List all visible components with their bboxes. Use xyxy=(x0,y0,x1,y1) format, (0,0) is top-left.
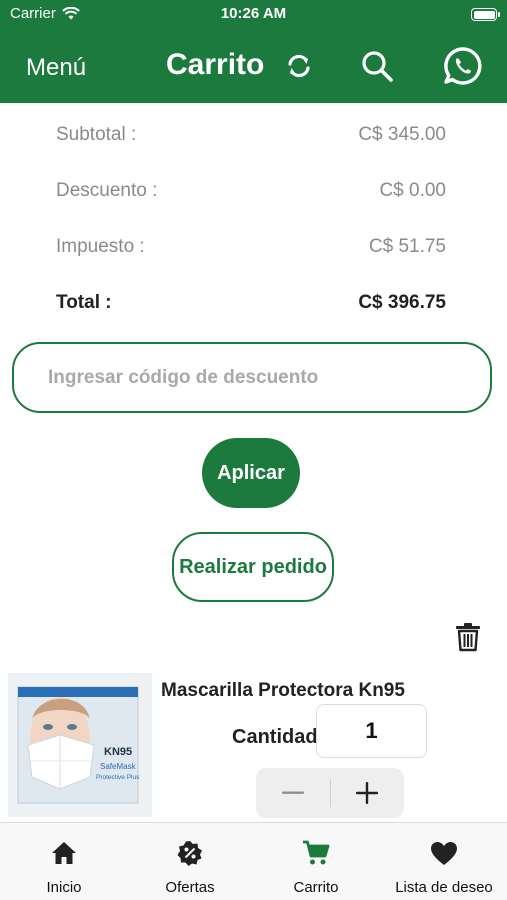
quantity-field[interactable]: 1 xyxy=(316,704,427,758)
discount-label: Descuento : xyxy=(56,180,158,201)
plus-icon xyxy=(356,782,379,804)
tab-carrito-label: Carrito xyxy=(293,879,339,896)
search-icon xyxy=(362,51,393,82)
discount-code-input[interactable] xyxy=(12,342,492,413)
menu-button[interactable]: Menú xyxy=(26,54,86,82)
page-title: Carrito xyxy=(166,48,265,81)
package-text-kn95: KN95 xyxy=(104,746,132,758)
discount-value: C$ 0.00 xyxy=(379,180,446,201)
increment-button[interactable] xyxy=(331,768,405,818)
delete-item-button[interactable] xyxy=(454,622,482,652)
whatsapp-button[interactable] xyxy=(443,46,483,86)
home-icon xyxy=(52,842,76,864)
status-time: 10:26 AM xyxy=(220,5,287,22)
subtotal-label: Subtotal : xyxy=(56,124,137,145)
summary-tax: Impuesto : C$ 51.75 xyxy=(56,236,446,260)
search-button[interactable] xyxy=(359,48,395,84)
minus-icon xyxy=(281,791,304,794)
apply-button[interactable]: Aplicar xyxy=(202,438,300,508)
quantity-label: Cantidad xyxy=(232,726,318,748)
package-text-sub: Protective Plus xyxy=(96,774,140,781)
battery-icon xyxy=(471,8,500,21)
tab-inicio[interactable]: Inicio xyxy=(24,823,104,900)
refresh-icon xyxy=(288,54,310,78)
tab-lista-de-deseo-label: Lista de deseo xyxy=(395,879,493,896)
tab-ofertas[interactable]: Ofertas xyxy=(150,823,230,900)
tax-value: C$ 51.75 xyxy=(368,236,446,257)
whatsapp-icon xyxy=(444,47,482,85)
heart-icon xyxy=(431,841,457,865)
product-image: KN95 SafeMask Protective Plus xyxy=(8,673,152,817)
total-value: C$ 396.75 xyxy=(358,292,446,313)
summary-subtotal: Subtotal : C$ 345.00 xyxy=(56,124,446,148)
total-label: Total : xyxy=(56,292,112,313)
tab-inicio-label: Inicio xyxy=(46,879,82,896)
cart-icon xyxy=(303,840,330,865)
refresh-button[interactable] xyxy=(281,48,317,84)
decrement-button[interactable] xyxy=(256,768,330,818)
tab-carrito[interactable]: Carrito xyxy=(276,823,356,900)
tax-label: Impuesto : xyxy=(56,236,145,257)
nav-bar: Menú Carrito xyxy=(0,28,507,103)
discount-badge-icon xyxy=(177,841,202,866)
subtotal-value: C$ 345.00 xyxy=(358,124,446,145)
summary-total: Total : C$ 396.75 xyxy=(56,292,446,316)
summary-discount: Descuento : C$ 0.00 xyxy=(56,180,446,204)
kn95-mask-package-image: KN95 SafeMask Protective Plus xyxy=(8,673,152,817)
tab-ofertas-label: Ofertas xyxy=(165,879,215,896)
status-bar: Carrier 10:26 AM xyxy=(0,0,507,28)
package-text-brand: SafeMask xyxy=(100,762,137,771)
quantity-stepper xyxy=(256,768,404,818)
place-order-button[interactable]: Realizar pedido xyxy=(172,532,334,602)
product-name[interactable]: Mascarilla Protectora Kn95 xyxy=(161,680,405,702)
tab-bar: Inicio Ofertas Carrito Lista de deseo xyxy=(0,822,507,900)
tab-lista-de-deseo[interactable]: Lista de deseo xyxy=(386,823,502,900)
trash-icon xyxy=(456,623,480,652)
